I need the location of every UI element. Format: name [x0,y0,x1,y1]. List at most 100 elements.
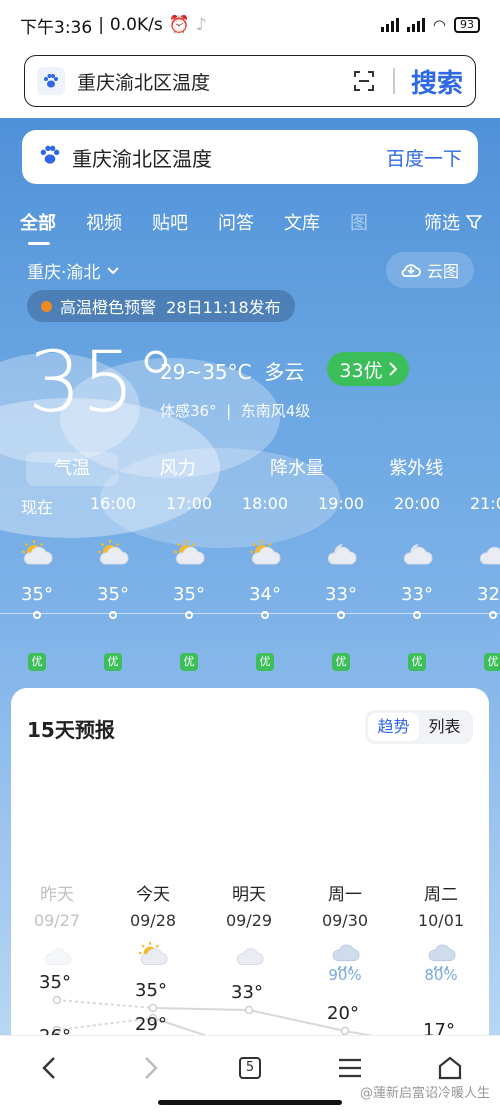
baidu-logo-icon [38,143,62,171]
feels-like-wind: 体感36° | 东南风4级 [160,402,311,420]
hour-temp: 35° [173,584,205,605]
tab-wenku[interactable]: 文库 [284,209,320,235]
signal-icon-2 [406,18,425,32]
forecast-day[interactable]: 周一 09/30 [305,880,385,930]
cloud-map-label: 云图 [426,262,459,281]
location-label: 重庆·渝北 [27,263,101,283]
inner-search-box[interactable]: 重庆渝北区温度 百度一下 [22,130,478,184]
status-time: 下午3:36 [20,17,93,38]
hour-column: 16:00 35° 优 [78,494,148,671]
cloud-icon [209,940,289,972]
hour-aqi-badge: 优 [180,653,198,671]
hour-aqi-badge: 优 [408,653,426,671]
high-trend-line-point [340,1026,350,1035]
inner-search-query[interactable]: 重庆渝北区温度 [72,143,212,172]
weather-panel: 重庆渝北区温度 百度一下 全部 视频 贴吧 问答 文库 图 筛选 重庆·渝北 云… [0,118,500,1035]
hour-time: 19:00 [317,494,365,513]
high-temp-label: 35° [135,980,167,1001]
metric-tab-uv[interactable]: 紫外线 [357,452,476,486]
hour-column: 现在 35° 优 [2,494,72,671]
tab-video[interactable]: 视频 [86,209,122,235]
sun-cloud-icon [78,538,148,572]
forward-arrow-icon [145,1057,158,1079]
alert-text: 高温橙色预警 28日11:18发布 [60,298,281,317]
forecast-day[interactable]: 周二 10/01 [401,880,481,930]
day-name: 昨天 [40,885,74,905]
result-tabs: 全部 视频 贴吧 问答 文库 图 筛选 [20,202,490,245]
hour-aqi-badge: 优 [332,653,350,671]
hour-aqi-badge: 优 [104,653,122,671]
heat-alert-badge[interactable]: 高温橙色预警 28日11:18发布 [27,290,295,322]
baidu-search-button[interactable]: 百度一下 [386,144,462,171]
hour-temp: 35° [21,584,53,605]
chevron-down-icon [107,266,120,274]
cloud-map-button[interactable]: 云图 [386,252,474,288]
network-speed: 0.0K/s [109,15,163,35]
menu-icon [339,1058,361,1078]
hour-temp: 33° [401,584,433,605]
hourly-forecast: 现在 35° 优 16:00 35° 优 17:00 35° 优 18:00 34° 优 19:00 33… [0,494,500,674]
day-date: 09/28 [129,911,177,930]
cloud-icon [458,538,500,572]
high-temp-label: 33° [231,982,263,1003]
forward-button[interactable] [126,1048,176,1088]
location-selector[interactable]: 重庆·渝北 [27,258,120,283]
moon-cloud-icon [382,538,452,572]
scan-icon[interactable] [353,70,375,92]
day-date: 10/01 [417,911,465,930]
hour-aqi-badge: 优 [28,653,46,671]
hourly-trend-line [0,613,500,614]
low-temp-label: 26° [35,1026,75,1035]
high-trend-line-point [244,1005,254,1015]
filter-label: 筛选 [424,213,460,234]
tab-image[interactable]: 图 [350,209,368,235]
hour-aqi-badge: 优 [256,653,274,671]
back-button[interactable] [24,1048,74,1088]
aqi-badge[interactable]: 33优 [327,352,409,386]
temperature-range: 29~35°C 多云 [160,360,305,384]
battery-icon: 93 [454,17,480,33]
cloud-icon [17,940,97,972]
tiktok-icon: ♪ [195,15,207,35]
browser-query-text[interactable]: 重庆渝北区温度 [77,68,210,95]
day-date: 09/29 [225,911,273,930]
sun-cloud-icon [230,538,300,572]
hour-column: 17:00 35° 优 [154,494,224,671]
hour-time: 20:00 [393,494,441,513]
hour-temp: 32° [477,584,500,605]
wifi-icon: ◠ [432,16,446,34]
alarm-icon: ⏰ [168,15,190,35]
sun-cloud-icon [113,940,193,972]
low-temp-label: 29° [135,1014,167,1035]
metric-tab-wind[interactable]: 风力 [118,452,237,486]
high-trend-line [56,999,154,1009]
current-temperature: 35° [28,333,177,431]
sun-cloud-icon [2,538,72,572]
moon-cloud-icon [306,538,376,572]
forecast-day[interactable]: 明天 09/29 [209,880,289,930]
hour-column: 19:00 33° 优 [306,494,376,671]
tab-all[interactable]: 全部 [20,209,56,245]
metric-tab-precipitation[interactable]: 降水量 [237,452,356,486]
metric-tab-temperature[interactable]: 气温 [26,452,118,486]
day-name: 周一 [328,885,362,905]
forecast-day[interactable]: 今天 09/28 [113,880,193,930]
home-indicator [158,1100,342,1105]
high-temp-label: 20° [327,1003,359,1024]
hour-time: 16:00 [89,494,137,513]
hour-column: 18:00 34° 优 [230,494,300,671]
tab-tieba[interactable]: 贴吧 [152,209,188,235]
baidu-paw-icon [37,67,65,95]
funnel-icon [466,215,482,230]
filter-button[interactable]: 筛选 [424,202,482,242]
tabs-button[interactable]: 5 [225,1048,275,1088]
cloud-map-icon [401,264,421,277]
browser-search-bar[interactable]: 重庆渝北区温度 搜索 [24,55,476,107]
hour-column: 20:00 33° 优 [382,494,452,671]
tab-qa[interactable]: 问答 [218,209,254,235]
hour-time: 17:00 [165,494,213,513]
hour-temp: 33° [325,584,357,605]
day-date: 09/27 [33,911,81,930]
search-button[interactable]: 搜索 [411,63,463,100]
forecast-day[interactable]: 昨天 09/27 [17,880,97,930]
